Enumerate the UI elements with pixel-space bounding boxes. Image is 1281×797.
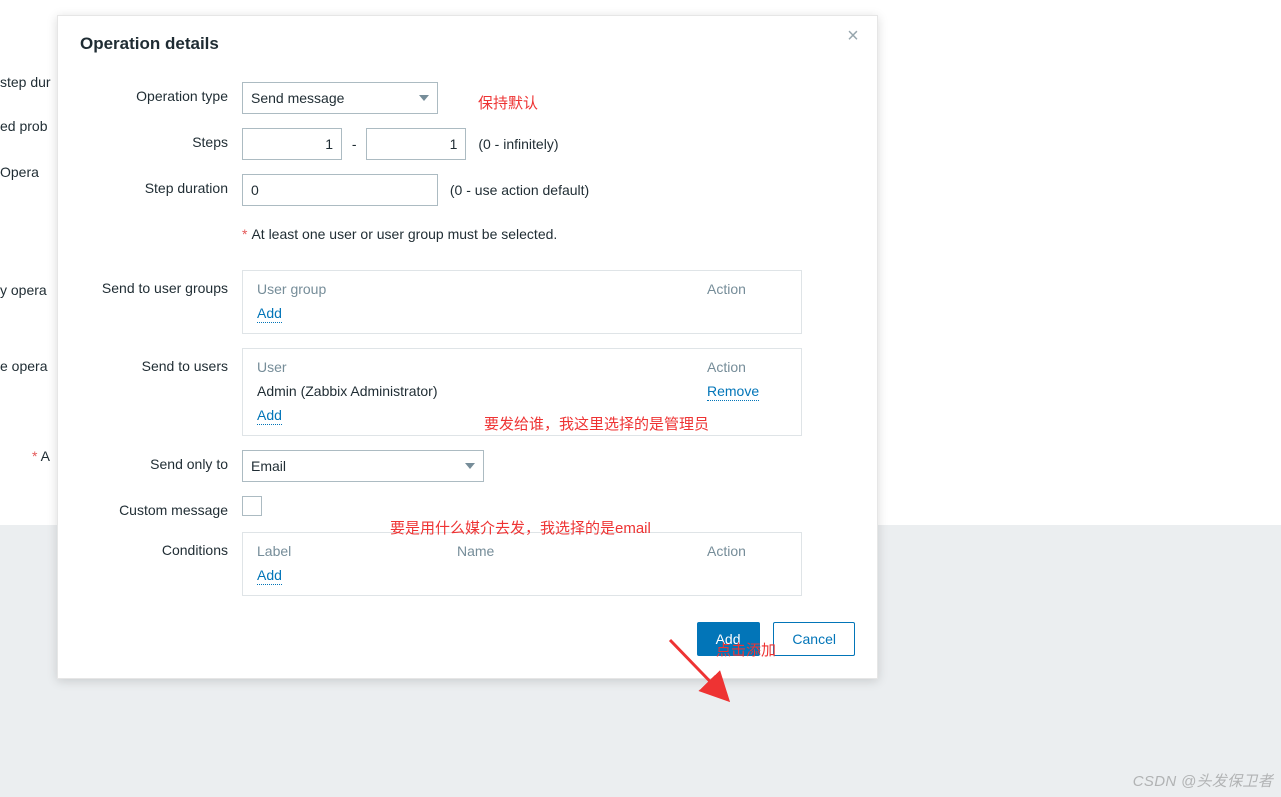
asterisk-icon: *	[242, 226, 247, 242]
modal-title: Operation details	[80, 34, 855, 54]
col-name: Name	[457, 543, 707, 559]
col-action: Action	[707, 359, 787, 375]
label-send-to-user-groups: Send to user groups	[80, 270, 242, 296]
required-note: *At least one user or user group must be…	[242, 226, 855, 242]
steps-hint: (0 - infinitely)	[478, 136, 558, 152]
bg-text: step dur	[0, 74, 51, 90]
bg-text: e opera	[0, 358, 47, 374]
conditions-add-link[interactable]: Add	[257, 567, 282, 585]
add-button[interactable]: Add	[697, 622, 760, 656]
label-send-to-users: Send to users	[80, 348, 242, 374]
label-steps: Steps	[80, 128, 242, 150]
dash-separator: -	[352, 136, 357, 152]
col-label: Label	[257, 543, 457, 559]
bg-text: * A	[32, 448, 50, 464]
col-action: Action	[707, 281, 787, 297]
conditions-table: Label Name Action Add	[242, 532, 802, 596]
bg-text: Opera	[0, 164, 39, 180]
users-table: User Action Admin (Zabbix Administrator)…	[242, 348, 802, 436]
send-only-to-select[interactable]: Email	[242, 450, 484, 482]
col-user-group: User group	[257, 281, 707, 297]
modal-actions: Add Cancel	[80, 622, 855, 656]
user-name: Admin (Zabbix Administrator)	[257, 383, 707, 399]
label-custom-message: Custom message	[80, 496, 242, 518]
col-action: Action	[707, 543, 787, 559]
steps-from-input[interactable]	[242, 128, 342, 160]
bg-text-fragment: A	[41, 448, 50, 464]
operation-type-select[interactable]: Send message	[242, 82, 438, 114]
close-icon[interactable]: ×	[843, 26, 863, 46]
cancel-button[interactable]: Cancel	[773, 622, 855, 656]
col-user: User	[257, 359, 707, 375]
bg-text: ed prob	[0, 118, 47, 134]
user-groups-table: User group Action Add	[242, 270, 802, 334]
steps-to-input[interactable]	[366, 128, 466, 160]
label-conditions: Conditions	[80, 532, 242, 558]
step-duration-hint: (0 - use action default)	[450, 182, 589, 198]
required-note-text: At least one user or user group must be …	[251, 226, 557, 242]
user-remove-link[interactable]: Remove	[707, 383, 759, 401]
user-groups-add-link[interactable]: Add	[257, 305, 282, 323]
label-step-duration: Step duration	[80, 174, 242, 196]
step-duration-input[interactable]	[242, 174, 438, 206]
users-add-link[interactable]: Add	[257, 407, 282, 425]
watermark: CSDN @头发保卫者	[1133, 770, 1273, 791]
label-send-only-to: Send only to	[80, 450, 242, 472]
asterisk-icon: *	[32, 448, 37, 464]
table-row: Admin (Zabbix Administrator) Remove	[257, 383, 787, 399]
custom-message-checkbox[interactable]	[242, 496, 262, 516]
label-operation-type: Operation type	[80, 82, 242, 104]
operation-details-modal: × Operation details Operation type Send …	[57, 15, 878, 679]
bg-text: y opera	[0, 282, 47, 298]
